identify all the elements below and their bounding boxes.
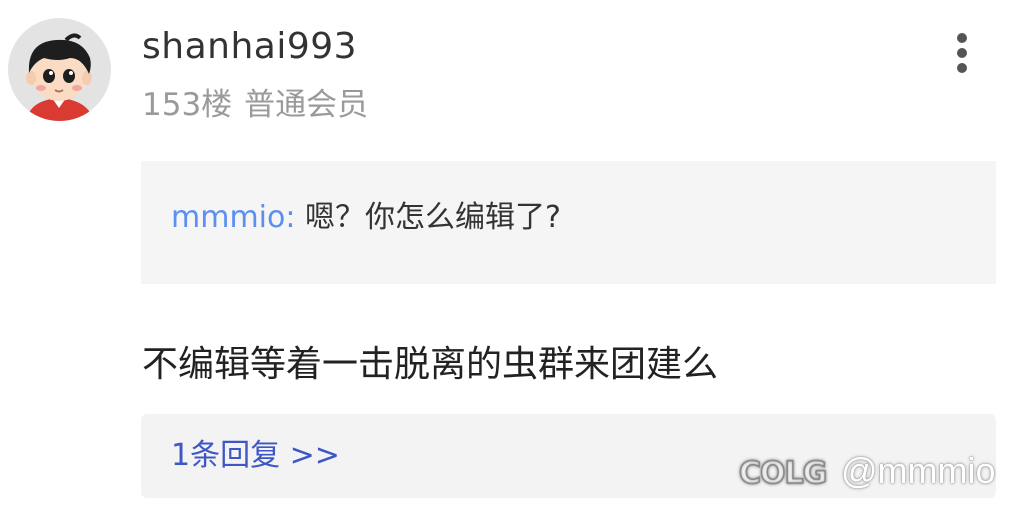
- post-body: 不编辑等着一击脱离的虫群来团建么: [142, 344, 719, 385]
- more-vertical-icon: [957, 33, 967, 73]
- post-meta: 153楼 普通会员: [142, 84, 368, 126]
- member-level: 普通会员: [244, 87, 369, 123]
- watermark: COLG @mmmio: [737, 448, 996, 494]
- quote-author[interactable]: mmmio:: [171, 200, 295, 235]
- floor-number: 153楼: [142, 87, 233, 123]
- quote-text: 嗯？你怎么编辑了?: [295, 200, 561, 235]
- more-options-button[interactable]: [941, 28, 981, 80]
- quote-content: mmmio: 嗯？你怎么编辑了?: [171, 197, 561, 239]
- username[interactable]: shanhai993: [142, 24, 357, 70]
- avatar-image: [8, 18, 111, 121]
- colg-logo-icon: COLG: [738, 455, 827, 491]
- watermark-handle: @mmmio: [841, 450, 996, 491]
- view-replies-link[interactable]: 1条回复 >>: [171, 435, 340, 477]
- svg-text:COLG: COLG: [739, 456, 826, 491]
- quoted-reply: mmmio: 嗯？你怎么编辑了?: [141, 161, 996, 284]
- user-avatar[interactable]: [8, 18, 111, 121]
